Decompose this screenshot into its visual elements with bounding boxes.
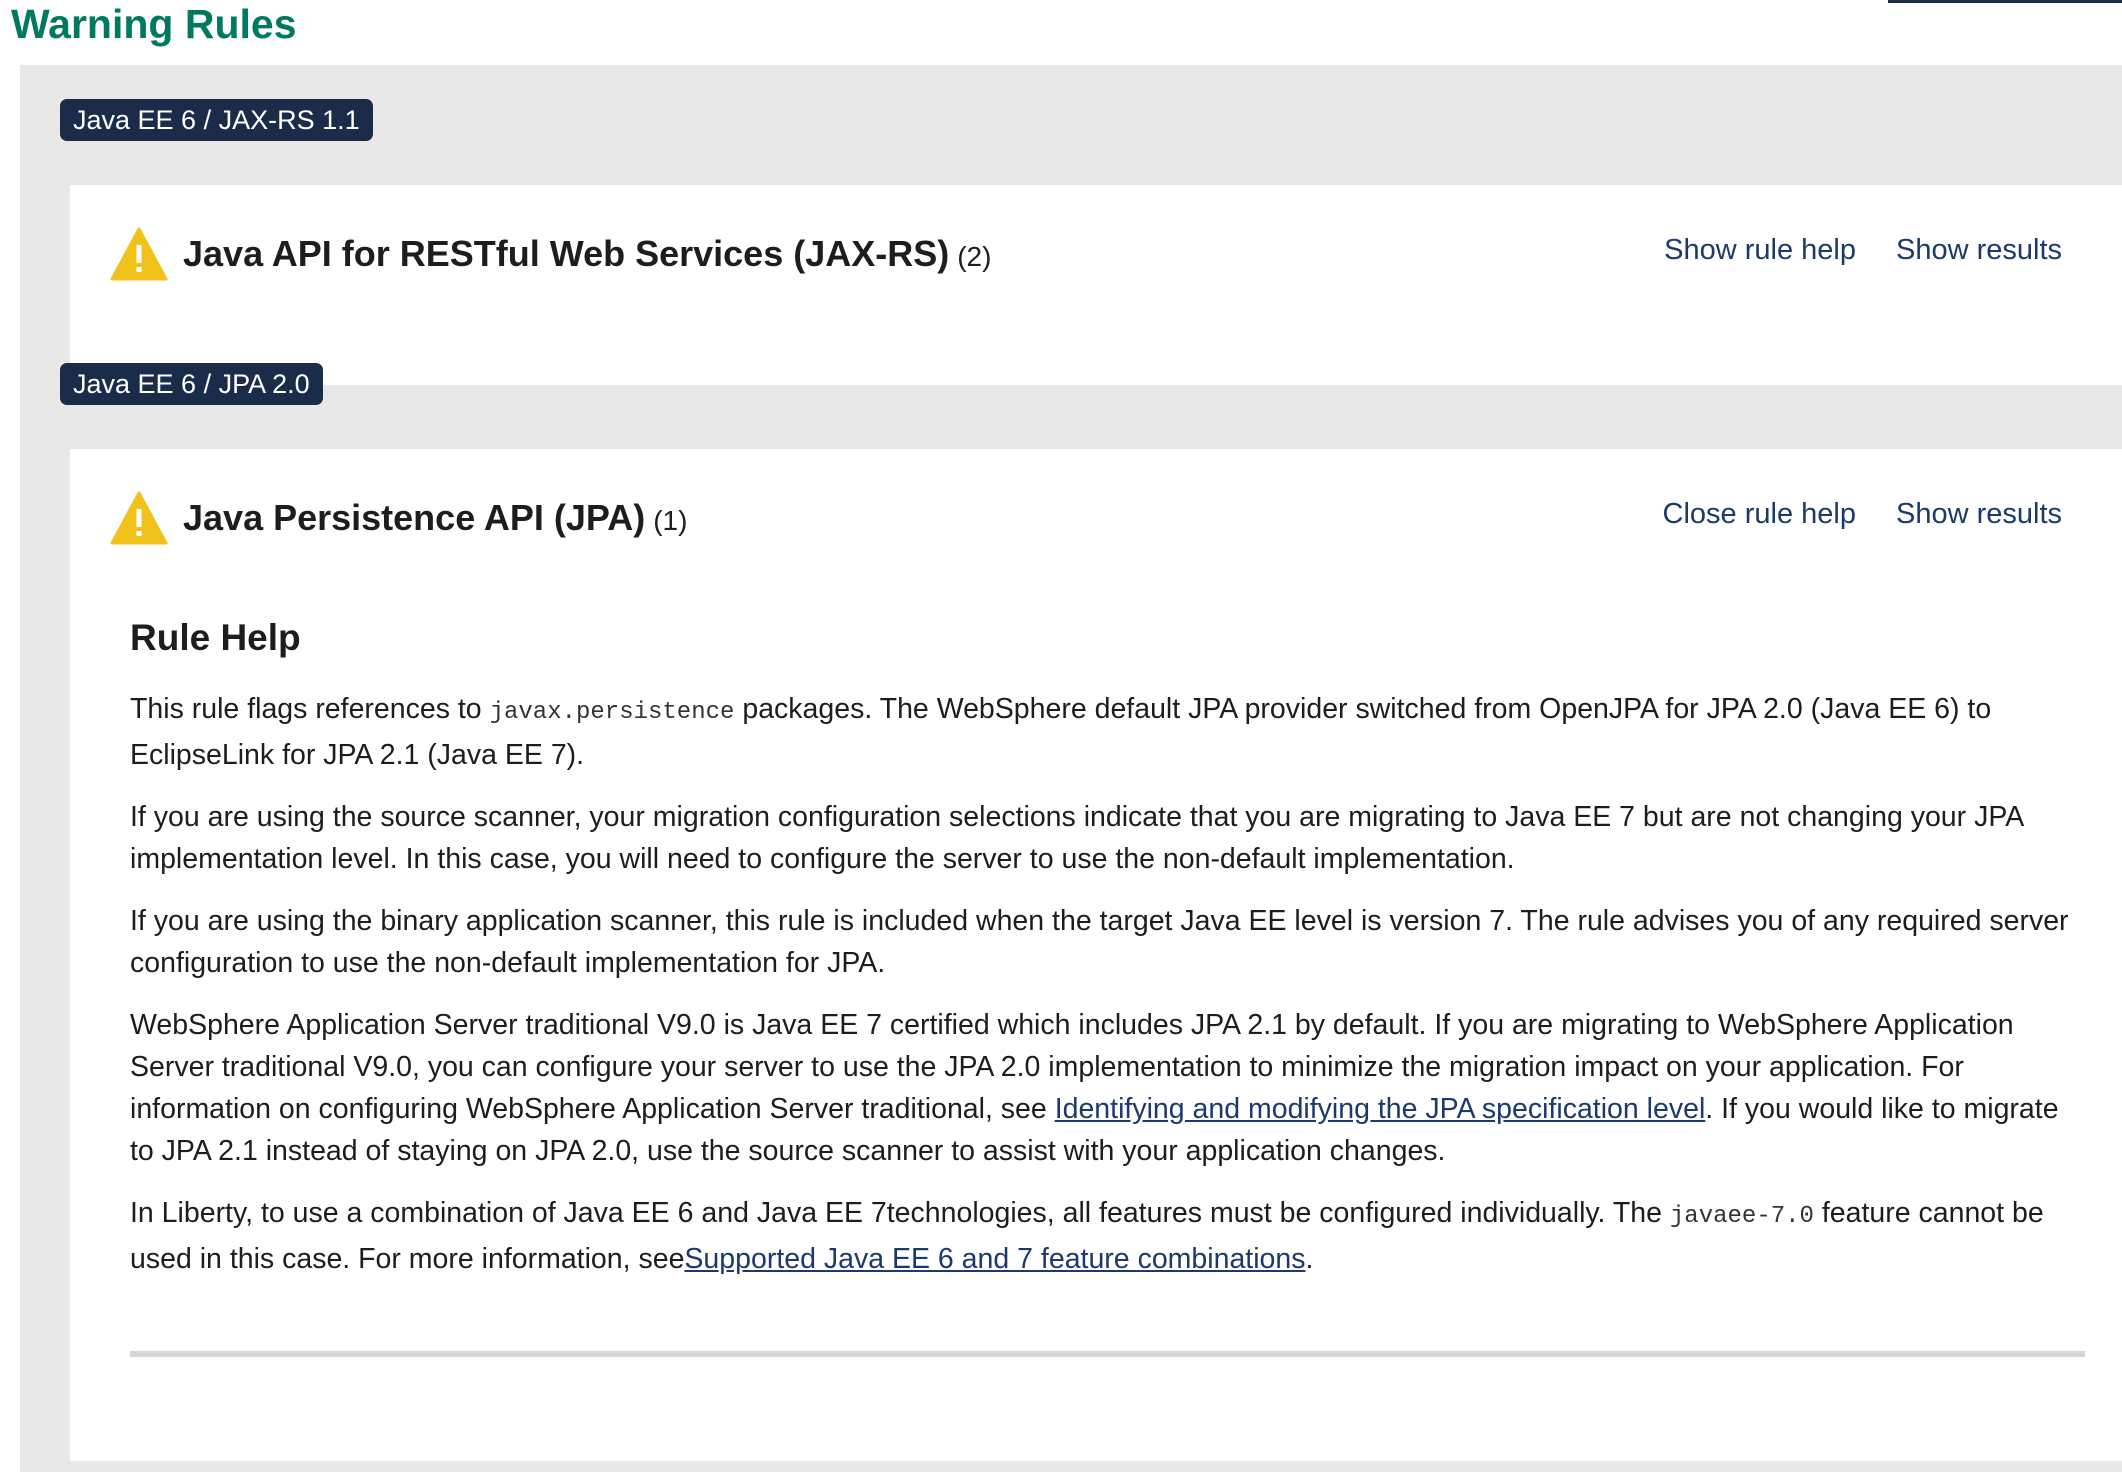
warning-triangle-icon (110, 491, 168, 545)
rule-count: (1) (653, 505, 688, 536)
rule-card-jpa: Java Persistence API (JPA) (1) Close rule… (70, 449, 2122, 1461)
show-rule-help-link[interactable]: Show rule help (1664, 227, 1856, 273)
help-divider (130, 1351, 2085, 1357)
show-results-link[interactable]: Show results (1896, 227, 2062, 273)
warning-rules-panel: Java EE 6 / JAX-RS 1.1 Java API for REST… (20, 65, 2122, 1472)
jpa-spec-level-link[interactable]: Identifying and modifying the JPA specif… (1055, 1093, 1706, 1125)
close-rule-help-link[interactable]: Close rule help (1663, 491, 1856, 537)
rule-title-text: Java Persistence API (JPA) (183, 497, 646, 538)
top-tab-indicator (1888, 0, 2122, 3)
code-javaee-7: javaee-7.0 (1669, 1203, 1814, 1230)
rule-title-text: Java API for RESTful Web Services (JAX-R… (183, 233, 950, 274)
rule-help-section: Rule Help This rule flags references to … (130, 614, 2085, 1280)
rule-card-jaxrs: Java API for RESTful Web Services (JAX-R… (70, 185, 2122, 385)
warning-triangle-icon (110, 227, 168, 281)
help-paragraph: If you are using the binary application … (130, 905, 2069, 979)
help-text: In Liberty, to use a combination of Java… (130, 1197, 1670, 1229)
category-tag-jaxrs: Java EE 6 / JAX-RS 1.1 (60, 99, 373, 141)
rule-title: Java Persistence API (JPA) (1) (183, 495, 687, 544)
rule-header: Java Persistence API (JPA) (1) Close rule… (110, 491, 2122, 551)
help-text: . (1305, 1243, 1314, 1275)
help-paragraph: If you are using the source scanner, you… (130, 801, 2023, 875)
code-javax-persistence: javax.persistence (489, 699, 735, 726)
page-title: Warning Rules (11, 1, 297, 47)
help-paragraph: This rule flags references to javax.pers… (130, 688, 2085, 776)
rule-actions: Close rule help Show results (1663, 491, 2062, 537)
rule-actions: Show rule help Show results (1664, 227, 2062, 273)
help-paragraph: In Liberty, to use a combination of Java… (130, 1192, 2085, 1280)
show-results-link[interactable]: Show results (1896, 491, 2062, 537)
rule-title: Java API for RESTful Web Services (JAX-R… (183, 231, 991, 280)
category-tag-jpa: Java EE 6 / JPA 2.0 (60, 363, 323, 405)
rule-help-heading: Rule Help (130, 617, 301, 658)
help-paragraph: WebSphere Application Server traditional… (130, 1004, 2085, 1172)
feature-combinations-link[interactable]: Supported Java EE 6 and 7 feature combin… (684, 1243, 1305, 1275)
rule-count: (2) (957, 241, 992, 272)
rule-header: Java API for RESTful Web Services (JAX-R… (110, 227, 2122, 287)
help-text: This rule flags references to (130, 693, 490, 725)
